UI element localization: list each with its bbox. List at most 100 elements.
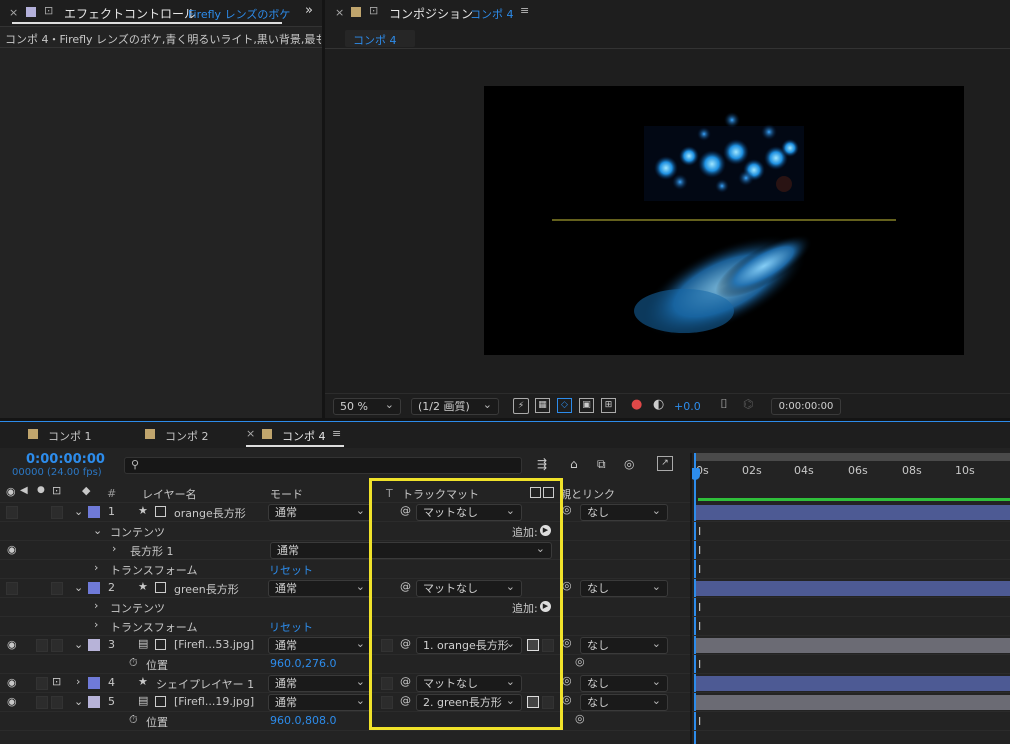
graph-editor-icon[interactable]: ↗ — [657, 456, 673, 471]
mode-dropdown[interactable]: 通常 — [268, 636, 372, 654]
layer-name[interactable]: シェイプレイヤー 1 — [156, 676, 254, 692]
layer-row[interactable]: ◉ ⊡ › 4 ★ シェイプレイヤー 1 通常 @ マットなし ◎ なし — [0, 674, 690, 693]
motion-blur-icon[interactable]: ◎ — [624, 457, 634, 471]
pickwhip-icon[interactable]: ◎ — [562, 636, 572, 649]
layer-duration-bar[interactable] — [696, 505, 1010, 520]
timeline-tab-comp4[interactable]: コンポ 4 — [282, 428, 326, 444]
mode-dropdown[interactable]: 通常 — [268, 503, 372, 521]
composition-tab-comp[interactable]: コンポ 4 — [470, 6, 514, 22]
lock-icon[interactable]: ⊡ — [44, 4, 53, 17]
snapshot-camera-icon[interactable]: ⌷ — [720, 397, 728, 412]
chevron-right-icon[interactable]: › — [76, 675, 80, 688]
guides-icon[interactable]: ⊞ — [601, 398, 616, 413]
contents-label[interactable]: コンテンツ — [110, 600, 165, 616]
lock-icon[interactable]: ⊡ — [52, 675, 61, 688]
solo-icon[interactable]: ● — [37, 485, 45, 495]
show-snapshot-icon[interactable]: ⌬ — [743, 397, 753, 411]
eye-icon[interactable]: ◉ — [7, 638, 17, 651]
pickwhip-icon[interactable]: ◎ — [562, 503, 572, 516]
layer-row[interactable]: ⌄ 2 ★ green長方形 通常 @ マットなし ◎ なし — [0, 579, 690, 598]
label-color[interactable] — [88, 582, 100, 594]
chevron-right-icon[interactable]: › — [94, 618, 98, 631]
eye-icon[interactable]: ◉ — [7, 695, 17, 708]
lock-toggle[interactable] — [51, 582, 63, 595]
composition-viewer[interactable] — [484, 86, 964, 355]
pickwhip-icon[interactable]: ◎ — [562, 674, 572, 687]
header-mode[interactable]: モード — [270, 486, 303, 502]
reset-link[interactable]: リセット — [269, 562, 313, 578]
label-color[interactable] — [88, 677, 100, 689]
timeline-tab-comp2[interactable]: コンポ 2 — [165, 428, 209, 444]
mode-dropdown[interactable]: 通常 — [268, 693, 372, 711]
label-color[interactable] — [88, 696, 100, 708]
header-layer-name[interactable]: レイヤー名 — [142, 486, 197, 502]
layer-duration-bar[interactable] — [696, 676, 1010, 691]
close-icon[interactable]: × — [246, 427, 255, 440]
layer-name[interactable]: [Firefl...53.jpg] — [174, 638, 254, 651]
solo-toggle[interactable] — [36, 639, 48, 652]
panel-menu-chevron-icon[interactable]: » — [305, 3, 313, 18]
timeline-timecode[interactable]: 0:00:00:00 — [26, 452, 105, 467]
layer-row[interactable]: ⌄ 1 ★ orange長方形 通常 @ マットなし ◎ なし — [0, 503, 690, 522]
layer-name[interactable]: green長方形 — [174, 581, 239, 597]
layer-name[interactable]: [Firefl...19.jpg] — [174, 695, 254, 708]
pickwhip-icon[interactable]: ◎ — [562, 579, 572, 592]
audio-icon[interactable]: ◀ — [20, 485, 28, 496]
chevron-down-icon[interactable]: ⌄ — [93, 524, 102, 537]
contents-label[interactable]: コンテンツ — [110, 524, 165, 540]
transform-label[interactable]: トランスフォーム — [110, 562, 197, 578]
chevron-down-icon[interactable]: ⌄ — [74, 638, 83, 651]
switch-box-icon[interactable] — [155, 639, 166, 650]
close-icon[interactable]: × — [9, 6, 18, 19]
stopwatch-icon[interactable]: ⏱ — [129, 713, 138, 727]
timeline-split-divider[interactable] — [690, 453, 692, 744]
transform-label[interactable]: トランスフォーム — [110, 619, 197, 635]
label-color[interactable] — [88, 639, 100, 651]
composition-tab-title[interactable]: コンポジション — [389, 5, 473, 22]
layer-duration-bar[interactable] — [696, 581, 1010, 596]
lock-toggle[interactable] — [51, 639, 63, 652]
shape-group-label[interactable]: 長方形 1 — [130, 543, 174, 559]
chevron-down-icon[interactable]: ⌄ — [74, 505, 83, 518]
mask-visibility-icon[interactable]: ◇ — [557, 398, 572, 413]
label-tag-icon[interactable]: ◆ — [82, 484, 90, 497]
color-channels-icon[interactable]: ● — [631, 397, 642, 412]
parent-dropdown[interactable]: なし — [580, 636, 668, 654]
region-of-interest-icon[interactable]: ▣ — [579, 398, 594, 413]
lock-icon[interactable]: ⊡ — [52, 484, 61, 497]
comp-subtab[interactable]: コンポ 4 — [345, 30, 415, 47]
fast-preview-icon[interactable]: ⚡ — [513, 398, 529, 414]
effect-controls-layer-name[interactable]: Firefly レンズのボケ — [188, 6, 290, 22]
close-icon[interactable]: × — [335, 6, 344, 19]
solo-toggle[interactable] — [36, 696, 48, 709]
exposure-value[interactable]: +0.0 — [674, 400, 701, 413]
lock-icon[interactable]: ⊡ — [369, 4, 378, 17]
parent-dropdown[interactable]: なし — [580, 674, 668, 692]
layer-search-input[interactable]: ⚲ — [124, 457, 522, 474]
pickwhip-icon[interactable]: ◎ — [575, 712, 585, 725]
visibility-toggle[interactable] — [6, 582, 18, 595]
layer-name[interactable]: orange長方形 — [174, 505, 246, 521]
hamburger-menu-icon[interactable]: ≡ — [332, 427, 341, 440]
reset-link[interactable]: リセット — [269, 619, 313, 635]
chevron-down-icon[interactable]: ⌄ — [74, 695, 83, 708]
chevron-right-icon[interactable]: › — [94, 561, 98, 574]
time-ruler[interactable]: 0s 02s 04s 06s 08s 10s — [692, 453, 1010, 503]
resolution-dropdown[interactable]: (1/2 画質) — [411, 397, 499, 415]
draft-3d-icon[interactable]: ⌂ — [570, 457, 578, 471]
layer-duration-bar[interactable] — [696, 695, 1010, 710]
visibility-toggle[interactable] — [6, 506, 18, 519]
work-area-bar[interactable] — [696, 453, 1010, 461]
reset-exposure-icon[interactable]: ◐ — [653, 397, 664, 412]
eye-icon[interactable]: ◉ — [7, 543, 17, 556]
parent-dropdown[interactable]: なし — [580, 693, 668, 711]
effect-controls-tab-title[interactable]: エフェクトコントロール — [64, 5, 196, 22]
transparency-grid-icon[interactable]: ▦ — [535, 398, 550, 413]
switch-box-icon[interactable] — [155, 582, 166, 593]
layer-row[interactable]: ◉ ⌄ 5 ▤ [Firefl...19.jpg] 通常 @ 2. green長… — [0, 693, 690, 712]
eye-icon[interactable]: ◉ — [7, 676, 17, 689]
label-color[interactable] — [88, 506, 100, 518]
layer-row[interactable]: ◉ ⌄ 3 ▤ [Firefl...53.jpg] 通常 @ 1. orange… — [0, 636, 690, 655]
solo-toggle[interactable] — [36, 677, 48, 690]
comp-flowchart-icon[interactable]: ⇶ — [537, 457, 547, 471]
